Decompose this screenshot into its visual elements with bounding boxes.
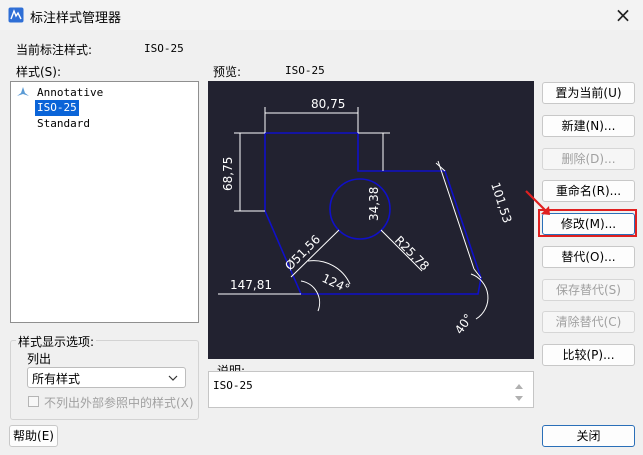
dim-angle-40: 40° [452,311,476,336]
list-filter-select[interactable]: 所有样式 [27,367,186,388]
help-button[interactable]: 帮助(E) [9,425,58,447]
scroll-up-icon[interactable] [514,382,524,390]
dim-radius: R25,78 [392,233,432,273]
style-item-standard[interactable]: Standard [35,116,92,132]
window-close-button[interactable]: × [606,2,640,28]
close-button[interactable]: 关闭 [542,425,635,447]
style-list[interactable]: Annotative ISO-25 Standard [10,81,199,323]
dim-angle-124: 124° [320,271,352,296]
dim-34-38: 34,38 [367,187,381,221]
current-style-label: 当前标注样式: [16,43,93,57]
preview-label: 预览: [213,65,242,79]
preview-style-name: ISO-25 [285,64,325,77]
rename-style-button[interactable]: 重命名(R)... [542,180,635,202]
override-button[interactable]: 替代(O)... [542,246,635,268]
dim-80-75: 80,75 [311,97,345,111]
scroll-down-icon[interactable] [514,395,524,403]
chevron-down-icon [168,375,178,381]
compare-button[interactable]: 比较(P)... [542,344,635,366]
preview-drawing: 80,75 68,75 34,38 101,53 Ø51,56 R25,78 1… [218,97,514,337]
delete-style-button[interactable]: 删除(D)... [542,148,635,170]
current-style-value: ISO-25 [144,42,184,55]
list-label: 列出 [27,352,52,366]
set-current-button[interactable]: 置为当前(U) [542,82,635,104]
description-text: ISO-25 [213,379,253,392]
description-box: ISO-25 [208,371,534,408]
red-arrow-icon [525,190,550,215]
exclude-xref-label: 不列出外部参照中的样式(X) [44,396,194,410]
list-filter-value: 所有样式 [32,372,81,386]
exclude-xref-checkbox[interactable] [28,396,39,407]
dim-68-75: 68,75 [221,157,235,191]
style-item-iso-25[interactable]: ISO-25 [35,100,79,116]
save-override-button[interactable]: 保存替代(S) [542,279,635,301]
display-options-legend: 样式显示选项: [16,333,97,350]
new-style-button[interactable]: 新建(N)... [542,115,635,137]
dim-101-53: 101,53 [488,181,514,225]
clear-override-button[interactable]: 清除替代(C) [542,311,635,333]
preview-canvas: 80,75 68,75 34,38 101,53 Ø51,56 R25,78 1… [208,81,534,359]
dim-147-81: 147,81 [230,278,272,292]
annotative-icon [17,87,29,96]
app-icon [8,7,24,23]
styles-label: 样式(S): [16,65,62,79]
dim-diameter: Ø51,56 [282,232,323,273]
style-item-annotative[interactable]: Annotative [35,85,105,101]
window-title: 标注样式管理器 [30,11,122,26]
